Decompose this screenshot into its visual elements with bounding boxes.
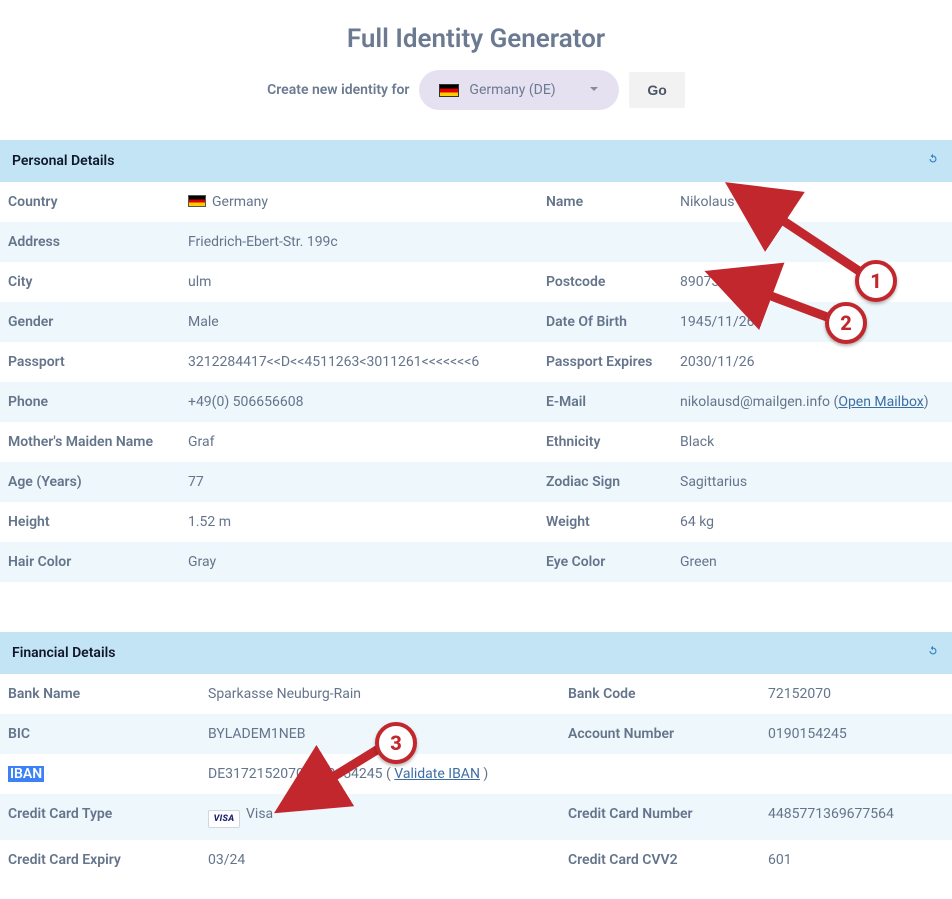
city-value: ulm	[180, 262, 538, 302]
passport-expires-value: 2030/11/26	[672, 342, 952, 382]
postcode-label: Postcode	[538, 262, 672, 302]
bank-name-value: Sparkasse Neuburg-Rain	[200, 674, 560, 714]
cc-type-value: VISAVisa	[200, 794, 560, 840]
mmn-label: Mother's Maiden Name	[0, 422, 180, 462]
phone-label: Phone	[0, 382, 180, 422]
bic-value: BYLADEM1NEB	[200, 714, 560, 754]
cc-number-value: 4485771369677564	[760, 794, 952, 840]
zodiac-label: Zodiac Sign	[538, 462, 672, 502]
financial-details-title: Financial Details	[12, 645, 115, 661]
hair-label: Hair Color	[0, 542, 180, 582]
financial-details-table: Bank Name Sparkasse Neuburg-Rain Bank Co…	[0, 674, 952, 880]
zodiac-value: Sagittarius	[672, 462, 952, 502]
create-identity-label: Create new identity for	[267, 82, 409, 98]
weight-label: Weight	[538, 502, 672, 542]
dob-label: Date Of Birth	[538, 302, 672, 342]
ethnicity-value: Black	[672, 422, 952, 462]
cc-type-label: Credit Card Type	[0, 794, 200, 840]
phone-value: +49(0) 506656608	[180, 382, 538, 422]
page-title: Full Identity Generator	[0, 0, 952, 70]
email-value: nikolausd@mailgen.info (Open Mailbox)	[672, 382, 952, 422]
eye-label: Eye Color	[538, 542, 672, 582]
name-value: Nikolaus Dörr	[672, 182, 952, 222]
account-number-value: 0190154245	[760, 714, 952, 754]
cc-cvv-label: Credit Card CVV2	[560, 840, 760, 880]
city-label: City	[0, 262, 180, 302]
visa-icon: VISA	[208, 810, 240, 828]
create-identity-row: Create new identity for Germany (DE) Go	[0, 70, 952, 140]
account-number-label: Account Number	[560, 714, 760, 754]
personal-details-header: Personal Details	[0, 140, 952, 182]
cc-expiry-value: 03/24	[200, 840, 560, 880]
bank-code-label: Bank Code	[560, 674, 760, 714]
financial-details-header: Financial Details	[0, 632, 952, 674]
height-label: Height	[0, 502, 180, 542]
flag-germany-icon	[439, 84, 459, 97]
refresh-icon[interactable]	[926, 152, 940, 170]
passport-label: Passport	[0, 342, 180, 382]
go-button[interactable]: Go	[629, 72, 684, 108]
bank-name-label: Bank Name	[0, 674, 200, 714]
eye-value: Green	[672, 542, 952, 582]
cc-cvv-value: 601	[760, 840, 952, 880]
address-label: Address	[0, 222, 180, 262]
open-mailbox-link[interactable]: Open Mailbox	[838, 394, 923, 410]
address-value: Friedrich-Ebert-Str. 199c	[180, 222, 538, 262]
gender-label: Gender	[0, 302, 180, 342]
validate-iban-link[interactable]: Validate IBAN	[394, 766, 480, 782]
email-label: E-Mail	[538, 382, 672, 422]
gender-value: Male	[180, 302, 538, 342]
refresh-icon[interactable]	[926, 644, 940, 662]
age-value: 77	[180, 462, 538, 502]
dob-value: 1945/11/26	[672, 302, 952, 342]
country-select-value: Germany (DE)	[469, 82, 555, 98]
personal-details-title: Personal Details	[12, 153, 114, 169]
cc-expiry-label: Credit Card Expiry	[0, 840, 200, 880]
height-value: 1.52 m	[180, 502, 538, 542]
passport-expires-label: Passport Expires	[538, 342, 672, 382]
bank-code-value: 72152070	[760, 674, 952, 714]
mmn-value: Graf	[180, 422, 538, 462]
country-label: Country	[0, 182, 180, 222]
name-label: Name	[538, 182, 672, 222]
country-select[interactable]: Germany (DE)	[419, 70, 619, 110]
bic-label: BIC	[0, 714, 200, 754]
iban-label: IBAN	[0, 754, 200, 794]
chevron-down-icon	[589, 82, 599, 98]
ethnicity-label: Ethnicity	[538, 422, 672, 462]
postcode-value: 89073	[672, 262, 952, 302]
personal-details-table: Country Germany Name Nikolaus Dörr Addre…	[0, 182, 952, 582]
cc-number-label: Credit Card Number	[560, 794, 760, 840]
flag-germany-icon	[188, 195, 206, 207]
passport-value: 3212284417<<D<<4511263<3011261<<<<<<<6	[180, 342, 538, 382]
iban-value: DE31721520700190154245 ( Validate IBAN )	[200, 754, 560, 794]
hair-value: Gray	[180, 542, 538, 582]
weight-value: 64 kg	[672, 502, 952, 542]
age-label: Age (Years)	[0, 462, 180, 502]
country-value: Germany	[180, 182, 538, 222]
